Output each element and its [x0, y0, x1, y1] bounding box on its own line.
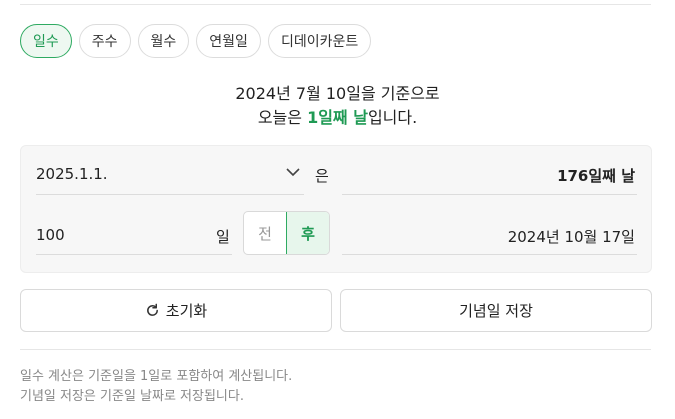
- tab-weeks[interactable]: 주수: [78, 24, 131, 58]
- note-line-1: 일수 계산은 기준일을 1일로 포함하여 계산됩니다.: [20, 369, 293, 384]
- summary-suffix: 입니다.: [367, 108, 418, 127]
- days-unit-label: 일: [216, 228, 230, 246]
- summary-line-2: 오늘은 1일째 날입니다.: [0, 106, 675, 130]
- reset-button-label: 초기화: [165, 302, 208, 320]
- notes: 일수 계산은 기준일을 1일로 포함하여 계산됩니다. 기념일 저장은 기준일 …: [20, 367, 292, 407]
- summary-line-1: 2024년 7월 10일을 기준으로: [235, 84, 440, 103]
- tab-ymd[interactable]: 연월일: [196, 24, 261, 58]
- before-button[interactable]: 전: [244, 212, 286, 254]
- note-line-2: 기념일 저장은 기준일 날짜로 저장됩니다.: [20, 389, 244, 404]
- connector-label: 은: [315, 167, 329, 185]
- days-result: 2024년 10월 17일: [507, 228, 635, 246]
- tab-days[interactable]: 일수: [20, 24, 72, 58]
- save-anniversary-button[interactable]: 기념일 저장: [340, 289, 652, 332]
- refresh-icon: [146, 303, 158, 316]
- date-result: 176일째 날: [557, 167, 635, 185]
- tab-months[interactable]: 월수: [137, 24, 190, 58]
- days-input-underline: [36, 254, 232, 255]
- days-input-value[interactable]: 100: [36, 226, 65, 244]
- reset-button[interactable]: 초기화: [20, 289, 332, 332]
- top-divider: [20, 4, 651, 5]
- before-after-toggle: 전 후: [243, 211, 330, 255]
- bottom-divider: [20, 349, 651, 350]
- save-button-label: 기념일 저장: [459, 302, 533, 320]
- mode-tabs: 일수 주수 월수 연월일 디데이카운트: [20, 24, 372, 58]
- summary-prefix: 오늘은: [257, 108, 308, 127]
- summary-highlight: 1일째 날: [307, 108, 368, 127]
- summary-text: 2024년 7월 10일을 기준으로 오늘은 1일째 날입니다.: [0, 82, 675, 130]
- date-input-value[interactable]: 2025.1.1.: [36, 165, 108, 183]
- date-input-underline: [36, 194, 304, 195]
- chevron-down-icon[interactable]: [286, 167, 300, 177]
- calc-panel: 2025.1.1. 은 176일째 날 100 일 전 후 2024년 10월 …: [20, 145, 652, 273]
- after-button[interactable]: 후: [286, 212, 329, 254]
- days-result-underline: [342, 254, 637, 255]
- tab-dday-count[interactable]: 디데이카운트: [267, 24, 372, 58]
- date-result-underline: [342, 194, 637, 195]
